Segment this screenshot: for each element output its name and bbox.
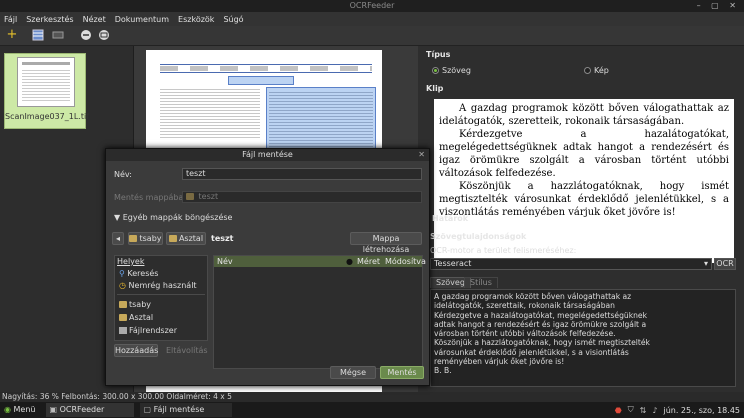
menu-document[interactable]: Dokumentum: [115, 15, 169, 24]
file-list[interactable]: Név ● Méret Módosítva: [213, 255, 426, 369]
image-radio[interactable]: [584, 67, 591, 74]
page-thumbnail[interactable]: ScanImage037_1L.tif: [4, 53, 90, 129]
add-image-icon[interactable]: +: [6, 28, 18, 41]
place-recent[interactable]: ◷ Nemrég használt: [119, 280, 197, 291]
text-radio-label[interactable]: Szöveg: [442, 66, 471, 75]
ocr-engine-select[interactable]: Tesseract ▾: [430, 258, 712, 270]
zoom-out-icon[interactable]: [80, 29, 92, 41]
toolbar: +: [0, 26, 744, 46]
menu-view[interactable]: Nézet: [83, 15, 106, 24]
dialog-title: Fájl mentése: [106, 149, 429, 161]
name-input[interactable]: teszt: [182, 168, 422, 180]
desktop-folder-icon: [119, 314, 127, 321]
menu-file[interactable]: Fájl: [4, 15, 17, 24]
menu-help[interactable]: Súgó: [223, 15, 243, 24]
ocr-engine-value: Tesseract: [434, 259, 472, 268]
clip-paragraph: Köszönjük a hazzlátogatóknak, hogy ismét…: [439, 181, 729, 218]
clip-label: Klip: [426, 84, 444, 93]
column-name[interactable]: Név: [217, 256, 233, 267]
text-properties-label: Szövegtulajdonságok: [430, 232, 527, 241]
layout-icon[interactable]: [32, 29, 44, 41]
dialog-icon: ▢: [143, 405, 152, 414]
network-icon[interactable]: ⇅: [640, 406, 647, 415]
place-home[interactable]: tsaby: [119, 299, 151, 310]
path-back-button[interactable]: ◂: [112, 232, 124, 245]
chevron-down-icon: ▾: [703, 259, 708, 268]
clip-paragraph: A gazdag programok között bőven válogath…: [439, 103, 729, 127]
place-search[interactable]: ⚲ Keresés: [119, 268, 158, 279]
menu-tools[interactable]: Eszközök: [178, 15, 214, 24]
type-label: Típus: [426, 50, 451, 59]
window-titlebar: OCRFeeder – ▢ ✕: [0, 0, 744, 12]
name-label: Név:: [114, 170, 132, 179]
taskbar: ◉ Menü ▣ OCRFeeder ▢ Fájl mentése ⬣ ⛉ ⇅ …: [0, 402, 744, 418]
path-tsaby-button[interactable]: tsaby: [128, 232, 163, 245]
ocr-text-area[interactable]: A gazdag programok között bőven válogath…: [430, 289, 736, 387]
status-bar: Nagyítás: 36 % Felbontás: 300.00 x 300.0…: [0, 392, 744, 402]
save-in-label: Mentés mappába:: [114, 193, 187, 202]
place-filesystem[interactable]: Fájlrendszer: [119, 325, 177, 336]
image-radio-label[interactable]: Kép: [594, 66, 609, 75]
scanner-icon[interactable]: [52, 29, 64, 41]
thumbnail-page-icon: [17, 57, 75, 107]
taskbar-ocrfeeder[interactable]: ▣ OCRFeeder: [45, 403, 134, 417]
taskbar-save-dialog[interactable]: ▢ Fájl mentése: [139, 403, 232, 417]
search-icon: ⚲: [119, 269, 125, 278]
menu-icon: ◉: [4, 405, 11, 414]
place-desktop[interactable]: Asztal: [119, 312, 153, 323]
dialog-close-icon[interactable]: ✕: [418, 150, 425, 159]
path-desktop-button[interactable]: Asztal: [166, 232, 206, 245]
text-region[interactable]: [160, 87, 260, 139]
menu-edit[interactable]: Szerkesztés: [26, 15, 73, 24]
tab-style[interactable]: Stílus: [464, 277, 498, 288]
browse-folders-expander[interactable]: ▼ Egyéb mappák böngészése: [114, 213, 232, 222]
column-size[interactable]: Méret: [357, 256, 380, 267]
column-modified[interactable]: Módosítva: [385, 256, 426, 267]
borders-label[interactable]: Határok: [432, 214, 468, 223]
zoom-fit-icon[interactable]: [98, 29, 110, 41]
ocr-engine-label: OCR-motor a terület felismeréséhez:: [430, 246, 577, 255]
remove-place-button: Eltávolítás: [166, 346, 208, 355]
drive-icon: [119, 327, 127, 334]
create-folder-button[interactable]: Mappa létrehozása: [350, 232, 422, 254]
app-icon: ▣: [49, 405, 58, 414]
text-radio[interactable]: [432, 67, 439, 74]
shield-icon[interactable]: ⛉: [628, 405, 634, 415]
menu-bar: Fájl Szerkesztés Nézet Dokumentum Eszköz…: [0, 12, 744, 26]
home-folder-icon: [119, 301, 127, 308]
clock-icon: ◷: [119, 281, 126, 290]
places-list: Helyek ⚲ Keresés ◷ Nemrég használt tsaby…: [114, 255, 208, 341]
ocr-button[interactable]: OCR: [714, 258, 736, 270]
sort-arrow-icon: ●: [346, 257, 353, 266]
save-in-select: teszt: [182, 191, 422, 203]
save-button[interactable]: Mentés: [380, 366, 424, 379]
window-title: OCRFeeder: [349, 1, 395, 10]
folder-icon: [186, 193, 194, 200]
clock[interactable]: jún. 25., szo, 18.45: [663, 406, 740, 415]
taskbar-menu-button[interactable]: ◉ Menü: [0, 403, 40, 417]
add-place-button[interactable]: Hozzáadás: [114, 344, 158, 357]
file-list-header: Név ● Méret Módosítva: [214, 256, 426, 267]
cancel-button[interactable]: Mégse: [330, 366, 376, 379]
path-current[interactable]: teszt: [211, 234, 234, 243]
window-controls[interactable]: – ▢ ✕: [697, 0, 740, 12]
update-icon[interactable]: ⬣: [615, 406, 622, 415]
places-header: Helyek: [117, 257, 145, 266]
save-file-dialog: Fájl mentése ✕ Név: teszt Mentés mappába…: [105, 148, 430, 386]
volume-icon[interactable]: ♪: [652, 406, 657, 415]
home-folder-icon: [129, 235, 138, 242]
properties-panel: Típus Szöveg Kép Klip A gazdag programok…: [418, 46, 744, 392]
thumbnail-label: ScanImage037_1L.tif: [5, 112, 90, 121]
clip-paragraph: Kérdezgetve a hazalátogatókat, megeléged…: [439, 129, 729, 179]
desktop-folder-icon: [168, 235, 177, 242]
